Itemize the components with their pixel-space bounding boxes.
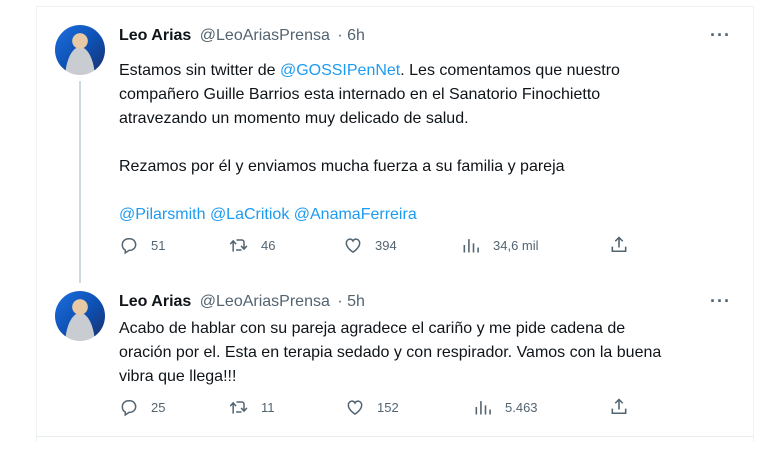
views-button[interactable]: 5.463 <box>473 397 538 417</box>
retweet-count: 46 <box>261 237 276 253</box>
reply-icon <box>121 238 137 255</box>
reply-icon <box>121 400 137 417</box>
tweet-text-line: compañero Guille Barrios esta internado … <box>119 86 601 103</box>
tweet-header: Leo Arias @LeoAriasPrensa · 5h <box>119 293 365 311</box>
thread-connector-line <box>79 81 81 283</box>
tweet-text-segment: . Les comentamos que nuestro <box>400 62 620 79</box>
tweet-text-line: Estamos sin twitter de @GOSSIPenNet. Les… <box>119 59 729 83</box>
author-name[interactable]: Leo Arias <box>119 293 191 310</box>
tweet-text-line: Rezamos por él y enviamos mucha fuerza a… <box>119 158 565 175</box>
mention-link[interactable]: @LaCritiok <box>210 206 289 223</box>
retweet-count: 11 <box>261 399 275 415</box>
more-options-icon[interactable]: ··· <box>710 25 731 46</box>
avatar[interactable] <box>55 291 105 341</box>
tweet-text-line: vibra que llega!!! <box>119 368 237 385</box>
reply-button[interactable]: 25 <box>119 397 165 417</box>
more-options-icon[interactable]: ··· <box>710 291 731 312</box>
like-count: 152 <box>377 399 399 415</box>
tweet-thread: Leo Arias @LeoAriasPrensa · 6h ··· Estam… <box>36 6 754 442</box>
divider <box>36 436 754 437</box>
author-handle[interactable]: @LeoAriasPrensa <box>200 293 330 310</box>
like-button[interactable]: 394 <box>343 235 397 255</box>
retweet-icon <box>229 239 248 252</box>
retweet-icon <box>229 401 248 414</box>
reply-count: 51 <box>151 237 166 253</box>
reply-count: 25 <box>151 399 166 415</box>
mention-link[interactable]: @AnamaFerreira <box>294 206 417 223</box>
heart-icon <box>347 400 363 415</box>
avatar[interactable] <box>55 25 105 75</box>
like-count: 394 <box>375 237 397 253</box>
views-button[interactable]: 34,6 mil <box>461 235 539 255</box>
reply-button[interactable]: 51 <box>119 235 165 255</box>
analytics-icon <box>475 401 491 415</box>
view-count: 34,6 mil <box>493 237 539 253</box>
mention-link[interactable]: @GOSSIPenNet <box>280 62 400 79</box>
tweet-time[interactable]: · 5h <box>337 293 365 310</box>
view-count: 5.463 <box>505 399 538 415</box>
retweet-button[interactable]: 11 <box>229 397 275 417</box>
tweet-text-line: atravezando un momento muy delicado de s… <box>119 110 469 127</box>
analytics-icon <box>463 239 479 253</box>
mention-link[interactable]: @Pilarsmith <box>119 206 205 223</box>
tweet-text-line: oración por el. Esta en terapia sedado y… <box>119 344 662 361</box>
retweet-button[interactable]: 46 <box>229 235 275 255</box>
like-button[interactable]: 152 <box>345 397 399 417</box>
tweet-time[interactable]: · 6h <box>337 27 365 44</box>
author-handle[interactable]: @LeoAriasPrensa <box>200 27 330 44</box>
mentions-line: @Pilarsmith @LaCritiok @AnamaFerreira <box>119 203 729 227</box>
share-button[interactable] <box>609 235 641 255</box>
share-icon <box>611 236 627 253</box>
tweet-header: Leo Arias @LeoAriasPrensa · 6h <box>119 27 365 45</box>
share-button[interactable] <box>609 397 641 417</box>
share-icon <box>611 398 627 415</box>
tweet-text-line: Acabo de hablar con su pareja agradece e… <box>119 320 626 337</box>
author-name[interactable]: Leo Arias <box>119 27 191 44</box>
heart-icon <box>345 238 361 253</box>
tweet-text-segment: Estamos sin twitter de <box>119 62 280 79</box>
